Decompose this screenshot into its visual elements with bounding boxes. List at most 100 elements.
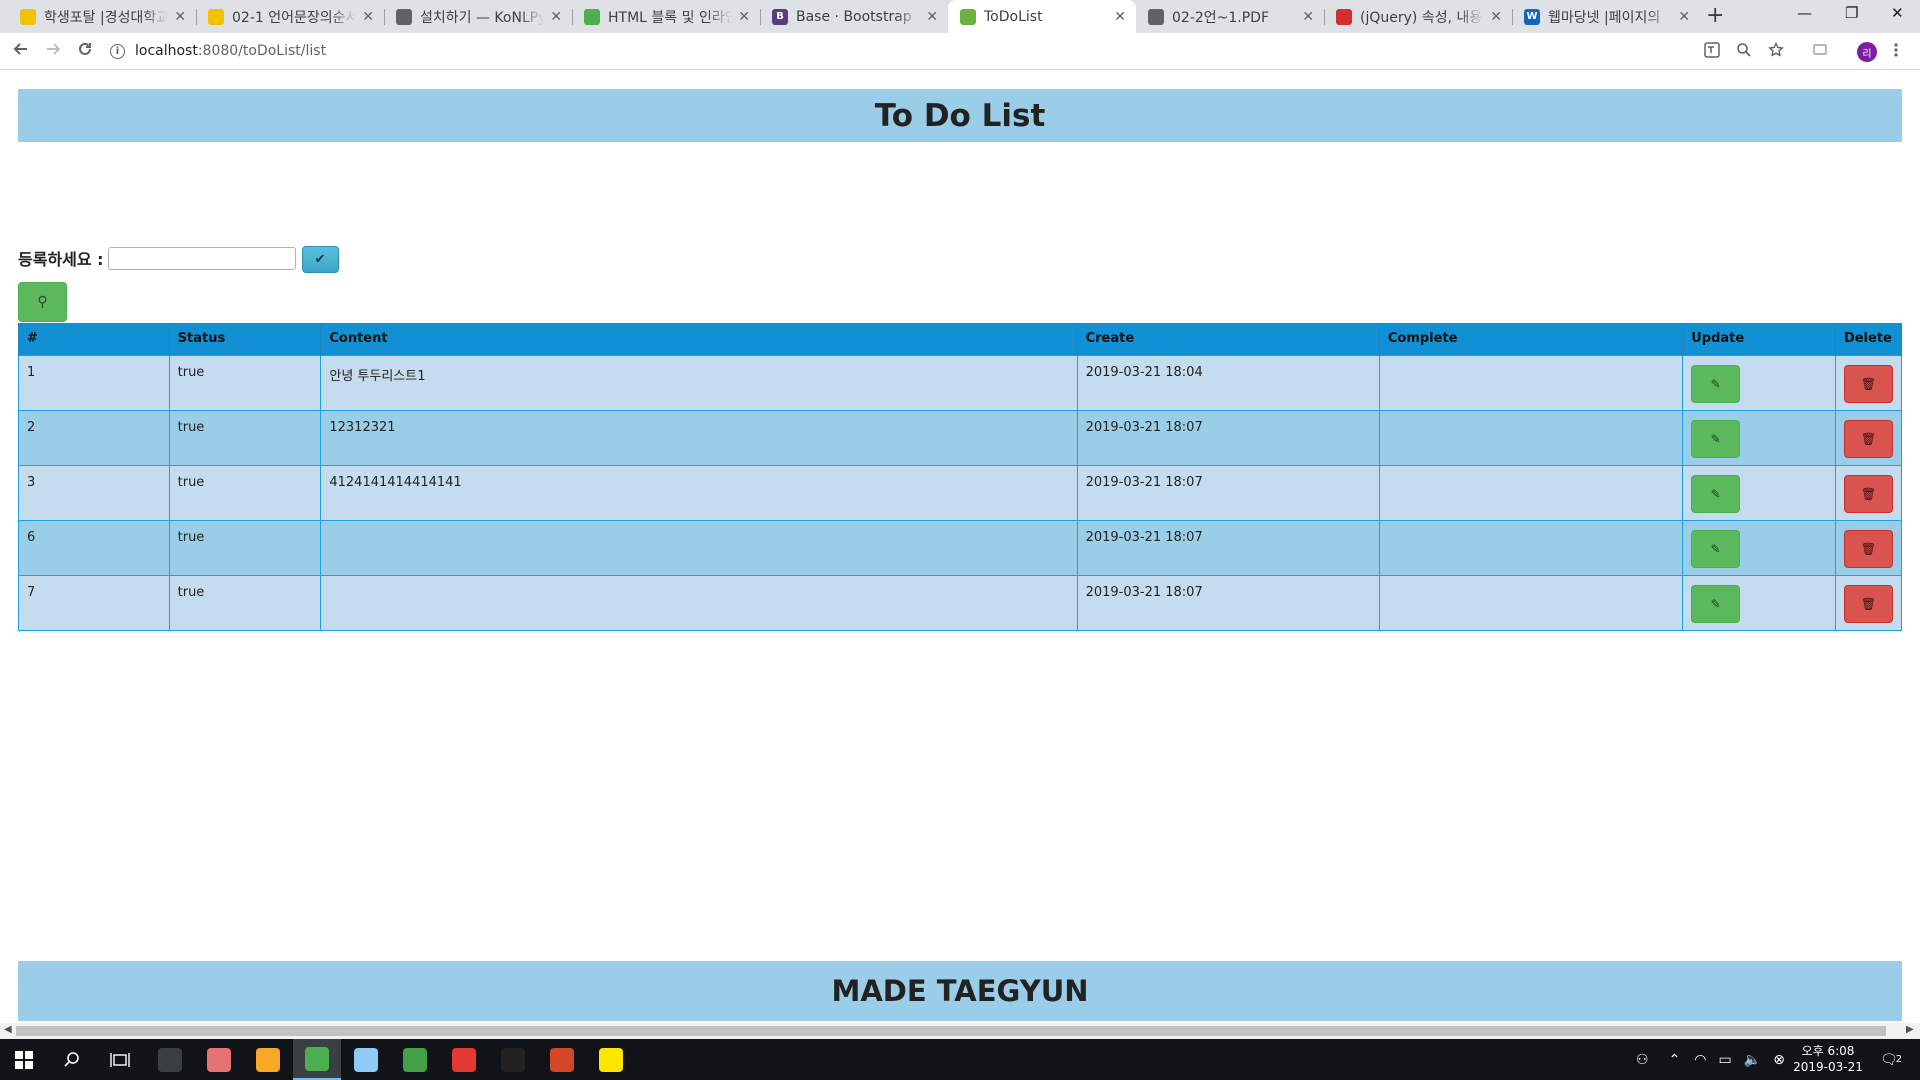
tab-close-icon[interactable]: ✕ <box>1302 9 1314 25</box>
tab-close-icon[interactable]: ✕ <box>926 9 938 25</box>
action-center-button[interactable]: 🗨 2 <box>1880 1039 1902 1080</box>
browser-toolbar: i localhost:8080/toDoList/list 리 <box>0 33 1920 70</box>
browser-tab[interactable]: ToDoList ✕ <box>948 0 1136 33</box>
app-green-icon <box>403 1047 427 1072</box>
kebab-glyph <box>1894 43 1898 57</box>
table-row: 1 true 안녕 투두리스트1 2019-03-21 18:04 ✎ 🗑 <box>18 354 1903 411</box>
taskbar-clock[interactable]: 오후 6:08 2019-03-21 <box>1788 1043 1868 1075</box>
start-button[interactable] <box>0 1039 48 1080</box>
update-button[interactable]: ✎ <box>1691 419 1741 458</box>
site-info-icon[interactable]: i <box>110 43 125 59</box>
browser-tab-bar: + — ❐ ✕ 학생포탈 |경성대학교 ✕ 02-1 언어문장의순서 ✕ 설치하기 — … <box>0 0 1920 33</box>
scroll-left-icon[interactable]: ◀ <box>4 1024 12 1035</box>
register-input[interactable] <box>107 246 296 270</box>
delete-button[interactable]: 🗑 <box>1843 529 1893 568</box>
cell-delete: 🗑 <box>1834 354 1903 411</box>
cell-create: 2019-03-21 18:07 <box>1076 519 1380 576</box>
taskbar-app-paint[interactable] <box>195 1039 243 1080</box>
browser-tab[interactable]: W 웹마당넷 |페이지의 ✕ <box>1512 0 1700 33</box>
tab-close-icon[interactable]: ✕ <box>362 9 374 25</box>
update-button[interactable]: ✎ <box>1691 474 1741 513</box>
tab-close-icon[interactable]: ✕ <box>174 9 186 25</box>
taskbar-app-settings[interactable] <box>146 1039 194 1080</box>
scrollbar-thumb[interactable] <box>16 1026 1886 1036</box>
cell-create: 2019-03-21 18:07 <box>1076 464 1380 521</box>
edit-icon: ✎ <box>1710 486 1721 501</box>
cell-status: true <box>168 519 322 576</box>
browser-tab[interactable]: 02-2언~1.PDF ✕ <box>1136 0 1324 33</box>
cell-status: true <box>168 354 322 411</box>
tab-close-icon[interactable]: ✕ <box>738 9 750 25</box>
browser-tab[interactable]: (jQuery) 속성, 내용 ✕ <box>1324 0 1512 33</box>
cell-update: ✎ <box>1682 409 1836 466</box>
cell-status: true <box>168 464 322 521</box>
tab-close-icon[interactable]: ✕ <box>1678 9 1690 25</box>
tab-title: Base · Bootstrap <box>796 8 912 25</box>
cell-status: true <box>168 574 322 631</box>
submit-button[interactable]: ✔ <box>301 246 339 273</box>
tab-close-icon[interactable]: ✕ <box>550 9 562 25</box>
back-button[interactable] <box>12 40 30 63</box>
profile-avatar[interactable]: 리 <box>1857 42 1877 62</box>
people-icon[interactable]: ⚇ <box>1636 1052 1649 1068</box>
taskbar-app-file-explorer[interactable] <box>244 1039 292 1080</box>
volume-icon[interactable]: 🔈 <box>1744 1052 1761 1068</box>
browser-tab[interactable]: 02-1 언어문장의순서 ✕ <box>196 0 384 33</box>
network-icon[interactable]: ◠ <box>1694 1052 1706 1068</box>
taskbar-app-app-green[interactable] <box>391 1039 439 1080</box>
delete-button[interactable]: 🗑 <box>1843 364 1893 403</box>
ime-icon[interactable]: ⊗ <box>1773 1052 1785 1068</box>
cell-complete <box>1378 409 1684 466</box>
taskbar-app-chrome[interactable] <box>293 1039 341 1080</box>
cell-content: 4124141414414141 <box>320 464 1078 521</box>
browser-tab[interactable]: HTML 블록 및 인라인 ✕ <box>572 0 760 33</box>
browser-tab[interactable]: 학생포탈 |경성대학교 ✕ <box>8 0 196 33</box>
table-row: 6 true 2019-03-21 18:07 ✎ 🗑 <box>18 519 1903 576</box>
update-button[interactable]: ✎ <box>1691 529 1741 568</box>
battery-icon[interactable]: ▭ <box>1719 1052 1732 1068</box>
tab-favicon-icon <box>208 8 224 25</box>
page-title: To Do List <box>874 97 1046 134</box>
cast-icon[interactable] <box>1812 42 1828 62</box>
browser-tab[interactable]: 설치하기 — KoNLPy ✕ <box>384 0 572 33</box>
toggle-button[interactable]: ⚲ <box>18 282 67 322</box>
notification-count: 2 <box>1895 1054 1903 1065</box>
bookmark-star-icon[interactable] <box>1768 41 1784 62</box>
horizontal-scrollbar[interactable]: ◀ ▶ <box>0 1023 1920 1039</box>
taskbar-app-notepad[interactable] <box>342 1039 390 1080</box>
taskbar-app-powerpoint[interactable] <box>538 1039 586 1080</box>
search-button[interactable] <box>48 1039 96 1080</box>
close-window-button[interactable]: ✕ <box>1891 4 1904 22</box>
show-hidden-icons[interactable]: ⌃ <box>1669 1052 1681 1068</box>
task-view-button[interactable] <box>96 1039 144 1080</box>
magnifier-glyph <box>1737 43 1751 57</box>
translate-icon[interactable] <box>1704 42 1720 62</box>
edit-icon: ✎ <box>1710 376 1721 391</box>
update-button[interactable]: ✎ <box>1691 584 1741 623</box>
tab-close-icon[interactable]: ✕ <box>1490 9 1502 25</box>
delete-button[interactable]: 🗑 <box>1843 419 1893 458</box>
delete-button[interactable]: 🗑 <box>1843 584 1893 623</box>
browser-tab[interactable]: B Base · Bootstrap ✕ <box>760 0 948 33</box>
tab-close-icon[interactable]: ✕ <box>1114 9 1126 25</box>
cell-content <box>320 519 1078 576</box>
delete-button[interactable]: 🗑 <box>1843 474 1893 513</box>
minimize-button[interactable]: — <box>1797 4 1812 22</box>
taskbar-app-intellij[interactable] <box>440 1039 488 1080</box>
scroll-right-icon[interactable]: ▶ <box>1906 1024 1914 1035</box>
reload-button[interactable] <box>76 40 94 63</box>
menu-kebab-icon[interactable] <box>1893 42 1899 62</box>
clock-time: 오후 6:08 <box>1801 1044 1855 1058</box>
windows-taskbar: ⚇ ⌃ ◠ ▭ 🔈 ⊗ 오후 6:08 2019-03-21 🗨 2 <box>0 1039 1920 1080</box>
maximize-button[interactable]: ❐ <box>1845 4 1858 22</box>
zoom-icon[interactable] <box>1736 42 1752 62</box>
forward-button[interactable] <box>44 40 62 63</box>
update-button[interactable]: ✎ <box>1691 364 1741 403</box>
address-bar[interactable]: i localhost:8080/toDoList/list <box>110 37 1680 65</box>
taskbar-app-kakaotalk[interactable] <box>587 1039 635 1080</box>
tab-favicon-icon <box>960 8 976 25</box>
system-tray: ⚇ ⌃ ◠ ▭ 🔈 ⊗ <box>1636 1039 1785 1080</box>
new-tab-button[interactable]: + <box>1706 3 1724 28</box>
taskbar-app-terminal[interactable] <box>489 1039 537 1080</box>
header-complete: Complete <box>1378 323 1684 355</box>
